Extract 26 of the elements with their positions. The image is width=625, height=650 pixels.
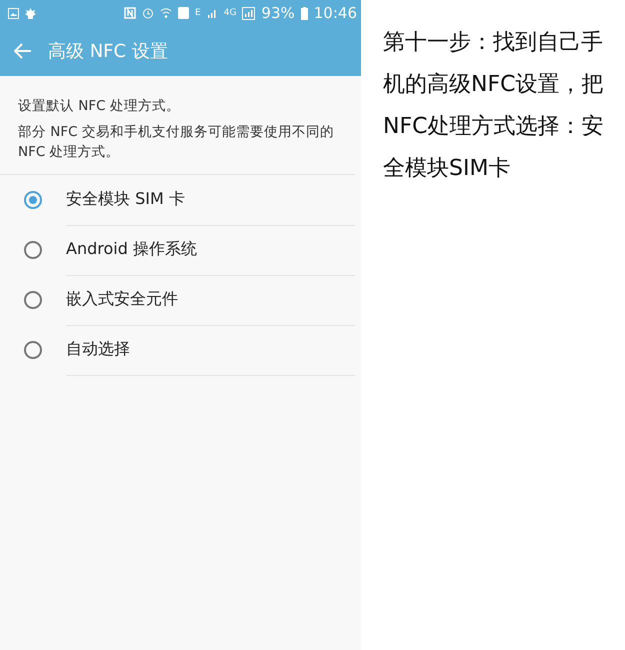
screen-title: 高级 NFC 设置: [48, 40, 168, 63]
description-text: 部分 NFC 交易和手机支付服务可能需要使用不同的 NFC 处理方式。: [18, 123, 335, 162]
clock: 10:46: [314, 4, 357, 22]
nfc-icon: [124, 7, 136, 19]
option-label[interactable]: 自动选择: [66, 324, 355, 376]
option-label[interactable]: Android 操作系统: [66, 224, 355, 276]
radio-button[interactable]: [24, 341, 42, 359]
signal-icon: [242, 6, 256, 20]
leaf-icon: [25, 8, 36, 18]
network-type: 4G: [224, 8, 236, 18]
network-type: E: [195, 8, 201, 18]
radio-button[interactable]: [24, 241, 42, 259]
signal-icon: [206, 8, 218, 18]
alarm-icon: [142, 7, 154, 19]
radio-button[interactable]: [24, 191, 42, 209]
battery-icon: [300, 6, 308, 20]
option-label[interactable]: 嵌入式安全元件: [66, 274, 355, 326]
gallery-icon: [8, 8, 19, 18]
battery-percent: 93%: [261, 4, 295, 22]
caption-text: 第十一步：找到自己手机的高级NFC设置，把NFC处理方式选择：安全模块SIM卡: [383, 29, 604, 183]
description-text: 设置默认 NFC 处理方式。: [18, 97, 181, 116]
wifi-icon: [160, 7, 172, 19]
sim-icon: [178, 7, 190, 19]
radio-button[interactable]: [24, 291, 42, 309]
back-icon[interactable]: [14, 43, 32, 59]
option-label[interactable]: 安全模块 SIM 卡: [66, 174, 355, 226]
